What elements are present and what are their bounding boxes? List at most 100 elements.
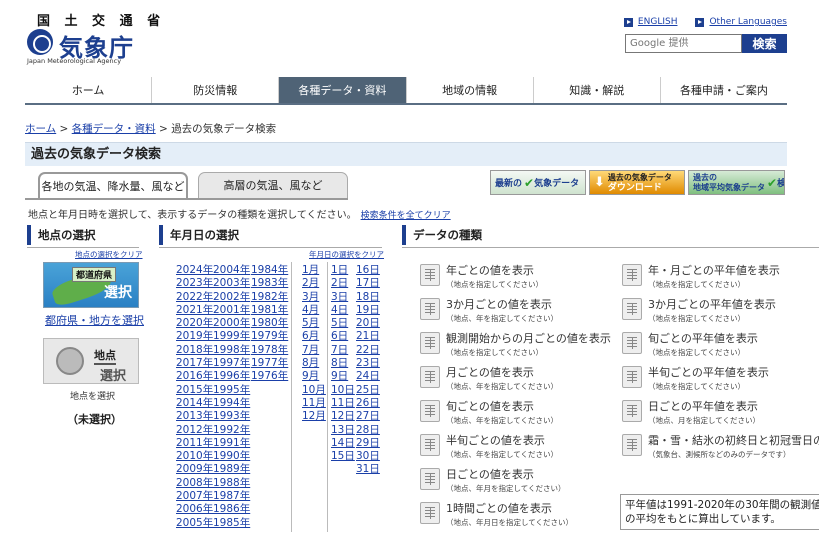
date-option-link[interactable]: 2008年 — [176, 477, 213, 490]
datatype-item[interactable]: 観測開始からの月ごとの値を表示 （地点を指定してください） — [420, 330, 611, 358]
tab-upper-air[interactable]: 高層の気温、風など — [198, 172, 348, 198]
date-option-link[interactable]: 12月 — [302, 410, 326, 423]
datatype-item[interactable]: 3か月ごとの値を表示 （地点、年を指定してください） — [420, 296, 558, 324]
date-option-link[interactable]: 1980年 — [251, 317, 288, 330]
datatype-item[interactable]: 日ごとの平年値を表示 （地点、月を指定してください） — [622, 398, 760, 426]
date-option-link[interactable]: 23日 — [356, 357, 380, 370]
date-option-link[interactable]: 4日 — [331, 304, 355, 317]
other-languages-link[interactable]: Other Languages — [709, 17, 787, 27]
date-option-link[interactable]: 1995年 — [213, 384, 250, 397]
date-option-link[interactable]: 1日 — [331, 264, 355, 277]
date-option-link[interactable]: 1982年 — [251, 291, 288, 304]
date-option-link[interactable]: 2018年 — [176, 344, 213, 357]
date-option-link[interactable]: 2004年 — [213, 264, 250, 277]
date-option-link[interactable]: 13日 — [331, 424, 355, 437]
date-option-link[interactable]: 2014年 — [176, 397, 213, 410]
date-option-link[interactable]: 3月 — [302, 291, 326, 304]
date-option-link[interactable]: 1977年 — [251, 357, 288, 370]
date-option-link[interactable]: 30日 — [356, 450, 380, 463]
date-option-link[interactable]: 1976年 — [251, 370, 288, 383]
date-option-link[interactable]: 1988年 — [213, 477, 250, 490]
date-option-link[interactable]: 1987年 — [213, 490, 250, 503]
datatype-item[interactable]: 1時間ごとの値を表示 （地点、年月日を指定してください） — [420, 500, 573, 528]
nav-home[interactable]: ホーム — [25, 77, 151, 103]
date-option-link[interactable]: 2017年 — [176, 357, 213, 370]
date-option-link[interactable]: 15日 — [331, 450, 355, 463]
breadcrumb-data[interactable]: 各種データ・資料 — [72, 123, 156, 135]
date-option-link[interactable]: 28日 — [356, 424, 380, 437]
nav-knowledge[interactable]: 知識・解説 — [532, 77, 660, 103]
date-option-link[interactable]: 11月 — [302, 397, 326, 410]
area-average-banner[interactable]: 過去の 地域平均気象データ ✔検索 — [688, 170, 785, 195]
datatype-item[interactable]: 3か月ごとの平年値を表示 （地点を指定してください） — [622, 296, 776, 324]
date-option-link[interactable]: 1986年 — [213, 503, 250, 516]
date-option-link[interactable]: 1979年 — [251, 330, 288, 343]
date-option-link[interactable]: 2011年 — [176, 437, 213, 450]
date-option-link[interactable]: 2001年 — [213, 304, 250, 317]
date-option-link[interactable]: 16日 — [356, 264, 380, 277]
date-option-link[interactable]: 2010年 — [176, 450, 213, 463]
date-option-link[interactable]: 6日 — [331, 330, 355, 343]
date-option-link[interactable]: 9月 — [302, 370, 326, 383]
date-option-link[interactable]: 19日 — [356, 304, 380, 317]
nav-regional-info[interactable]: 地域の情報 — [405, 77, 533, 103]
english-link[interactable]: ENGLISH — [638, 17, 678, 27]
search-button[interactable]: 検索 — [742, 34, 787, 53]
date-option-link[interactable]: 29日 — [356, 437, 380, 450]
date-option-link[interactable]: 2012年 — [176, 424, 213, 437]
date-option-link[interactable]: 10日 — [331, 384, 355, 397]
datatype-item[interactable]: 霜・雪・結氷の初終日と初冠雪日の平 （気象台、測候所などのみのデータです） — [622, 432, 819, 460]
date-option-link[interactable]: 2002年 — [213, 291, 250, 304]
datatype-item[interactable]: 年ごとの値を表示 （地点を指定してください） — [420, 262, 543, 290]
date-option-link[interactable]: 2023年 — [176, 277, 213, 290]
date-option-link[interactable]: 1月 — [302, 264, 326, 277]
date-option-link[interactable]: 1994年 — [213, 397, 250, 410]
date-option-link[interactable]: 2009年 — [176, 463, 213, 476]
date-option-link[interactable]: 11日 — [331, 397, 355, 410]
date-option-link[interactable]: 2007年 — [176, 490, 213, 503]
nav-disaster-info[interactable]: 防災情報 — [151, 77, 278, 103]
date-option-link[interactable]: 18日 — [356, 291, 380, 304]
date-option-link[interactable]: 2006年 — [176, 503, 213, 516]
date-option-link[interactable]: 2003年 — [213, 277, 250, 290]
datatype-item[interactable]: 半旬ごとの平年値を表示 （地点を指定してください） — [622, 364, 769, 392]
date-option-link[interactable]: 27日 — [356, 410, 380, 423]
clear-date-link[interactable]: 年月日の選択をクリア — [309, 249, 384, 260]
date-option-link[interactable]: 1983年 — [251, 277, 288, 290]
date-option-link[interactable]: 1978年 — [251, 344, 288, 357]
search-input[interactable] — [625, 34, 742, 53]
date-option-link[interactable]: 2013年 — [176, 410, 213, 423]
date-option-link[interactable]: 9日 — [331, 370, 355, 383]
date-option-link[interactable]: 6月 — [302, 330, 326, 343]
date-option-link[interactable]: 2022年 — [176, 291, 213, 304]
clear-location-link[interactable]: 地点の選択をクリア — [75, 249, 143, 260]
datatype-item[interactable]: 旬ごとの値を表示 （地点、年を指定してください） — [420, 398, 558, 426]
date-option-link[interactable]: 2021年 — [176, 304, 213, 317]
date-option-link[interactable]: 5月 — [302, 317, 326, 330]
breadcrumb-home[interactable]: ホーム — [25, 123, 56, 135]
date-option-link[interactable]: 1984年 — [251, 264, 288, 277]
date-option-link[interactable]: 2015年 — [176, 384, 213, 397]
date-option-link[interactable]: 31日 — [356, 463, 380, 476]
date-option-link[interactable]: 8月 — [302, 357, 326, 370]
nav-applications[interactable]: 各種申請・ご案内 — [659, 77, 787, 103]
date-option-link[interactable]: 25日 — [356, 384, 380, 397]
datatype-item[interactable]: 月ごとの値を表示 （地点、年を指定してください） — [420, 364, 558, 392]
date-option-link[interactable]: 1981年 — [251, 304, 288, 317]
download-banner[interactable]: ⬇ 過去の気象データ ダウンロード — [589, 170, 685, 195]
date-option-link[interactable]: 1993年 — [213, 410, 250, 423]
date-option-link[interactable]: 1992年 — [213, 424, 250, 437]
date-option-link[interactable]: 2016年 — [176, 370, 213, 383]
date-option-link[interactable]: 2005年 — [176, 517, 213, 530]
date-option-link[interactable]: 8日 — [331, 357, 355, 370]
date-option-link[interactable]: 17日 — [356, 277, 380, 290]
date-option-link[interactable]: 14日 — [331, 437, 355, 450]
date-option-link[interactable]: 2024年 — [176, 264, 213, 277]
prefecture-select-button[interactable]: 都道府県 選択 — [43, 262, 139, 308]
date-option-link[interactable]: 1999年 — [213, 330, 250, 343]
date-option-link[interactable]: 1985年 — [213, 517, 250, 530]
datatype-item[interactable]: 半旬ごとの値を表示 （地点、年を指定してください） — [420, 432, 558, 460]
date-option-link[interactable]: 2020年 — [176, 317, 213, 330]
date-option-link[interactable]: 12日 — [331, 410, 355, 423]
date-option-link[interactable]: 2日 — [331, 277, 355, 290]
